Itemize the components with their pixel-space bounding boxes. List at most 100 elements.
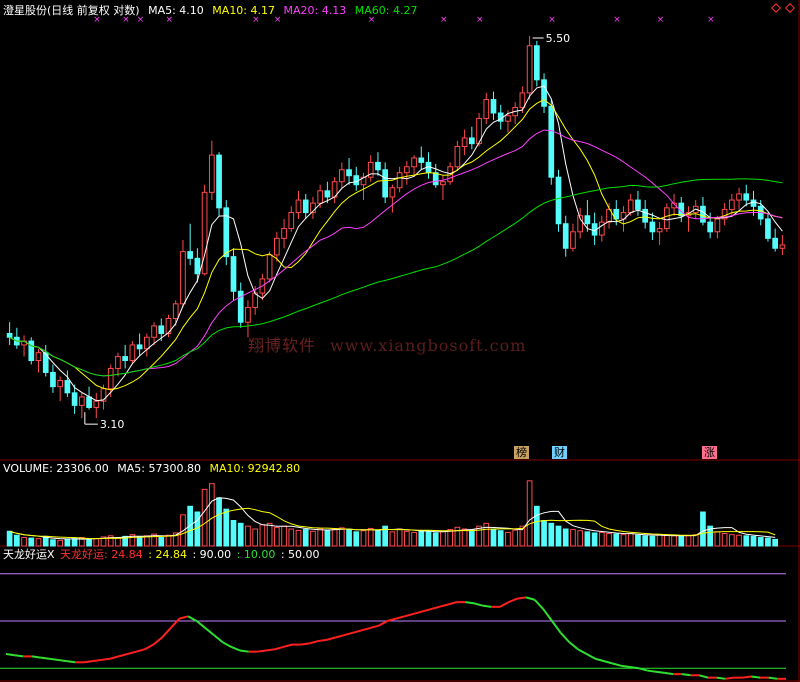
candle-body xyxy=(375,161,381,171)
volume-bar xyxy=(317,527,324,547)
candle-body xyxy=(273,237,280,256)
candle-body xyxy=(78,396,85,406)
candle-body xyxy=(346,169,352,177)
candle-body xyxy=(6,332,13,338)
indicator-segment xyxy=(40,656,50,660)
candle-body xyxy=(765,218,771,239)
candle-body xyxy=(432,172,439,186)
event-marker-x: × xyxy=(476,15,484,25)
indicator-line-label: 天龙好运: 24.84 xyxy=(60,548,143,561)
indicator-segment xyxy=(430,605,440,611)
candle-body xyxy=(403,166,410,174)
candle-body xyxy=(230,256,237,292)
indicator-segment xyxy=(768,676,778,680)
indicator-segment xyxy=(699,674,709,679)
volume-bar xyxy=(230,520,237,547)
indicator-segment xyxy=(118,653,128,658)
indicator-segment xyxy=(621,664,631,669)
candle-body xyxy=(418,157,425,163)
volume-bar xyxy=(389,531,396,547)
low-price-label: 3.10 xyxy=(100,418,125,431)
candle-body xyxy=(288,212,295,230)
volume-bar xyxy=(208,483,215,547)
candle-body xyxy=(663,207,670,230)
indicator-segment xyxy=(612,662,622,667)
candle-body xyxy=(158,325,165,334)
indicator-segment xyxy=(369,624,379,630)
candle-body xyxy=(281,228,287,239)
volume-bar xyxy=(13,534,20,547)
event-tag-cai[interactable]: 财 xyxy=(552,446,567,459)
indicator-value: : 24.84 xyxy=(148,548,187,561)
volume-bar xyxy=(490,528,497,547)
indicator-segment xyxy=(300,642,310,646)
indicator-segment xyxy=(265,648,275,652)
indicator-segment xyxy=(169,617,181,629)
volume-bar xyxy=(627,533,634,547)
indicator-segment xyxy=(144,643,154,651)
candle-body xyxy=(389,187,396,198)
volume-bar xyxy=(678,535,685,547)
indicator-segment xyxy=(742,675,752,679)
indicator-segment xyxy=(542,608,553,622)
volume-bar xyxy=(302,529,309,547)
candle-body xyxy=(71,392,78,406)
volume-bar xyxy=(281,525,287,547)
indicator-segment xyxy=(309,640,319,645)
indicator-segment xyxy=(595,657,605,663)
candle-body xyxy=(216,154,222,209)
volume-bar xyxy=(259,524,266,547)
indicator-segment xyxy=(196,620,206,629)
indicator-segment xyxy=(101,657,111,661)
event-tag-zhang-label: 涨 xyxy=(704,446,715,459)
volume-bar xyxy=(295,529,302,547)
indicator-segment xyxy=(517,596,527,600)
volume-bar xyxy=(165,534,172,547)
candle-body xyxy=(129,344,136,362)
indicator-segment xyxy=(204,627,215,636)
candle-body xyxy=(295,199,302,214)
volume-bar xyxy=(338,527,345,547)
indicator-segment xyxy=(49,657,59,661)
indicator-segment xyxy=(83,660,93,664)
indicator-name: 天龙好运X xyxy=(3,548,55,561)
volume-bar xyxy=(533,505,540,547)
candle-body xyxy=(736,193,742,201)
candle-body xyxy=(324,190,331,198)
candle-body xyxy=(208,154,215,193)
candle-body xyxy=(122,356,129,362)
volume-bar xyxy=(714,531,721,547)
watermark: 翔博软件 www.xiangbosoft.com xyxy=(248,332,526,356)
volume-bar xyxy=(28,537,35,547)
volume-bar xyxy=(418,530,425,547)
indicator-segment xyxy=(603,660,613,665)
candle-body xyxy=(490,99,497,114)
event-tag-bang[interactable]: 榜 xyxy=(514,446,529,459)
event-marker-x: × xyxy=(548,15,556,25)
candle-body xyxy=(642,208,649,223)
indicator-segment xyxy=(421,608,431,613)
event-tag-zhang[interactable]: 涨 xyxy=(702,446,717,459)
volume-bar xyxy=(396,528,403,547)
volume-bar xyxy=(237,522,244,547)
indicator-segment xyxy=(508,597,518,604)
indicator-segment xyxy=(213,634,224,644)
volume-bar xyxy=(548,522,555,547)
volume-bar xyxy=(728,534,735,547)
indicator-segment xyxy=(92,658,102,663)
volume-bar xyxy=(620,534,627,547)
candle-body xyxy=(50,371,56,388)
event-tag-cai-label: 财 xyxy=(554,446,565,459)
volume-bar xyxy=(613,533,620,547)
main-panel-header: 澄星股份(日线 前复权 对数) MA5: 4.10 MA10: 4.17 MA2… xyxy=(3,4,422,18)
indicator-segment xyxy=(439,603,449,608)
volume-bar xyxy=(440,530,446,547)
indicator-segment xyxy=(257,649,267,653)
volume-bar xyxy=(765,537,771,547)
volume-bar xyxy=(671,535,677,547)
volume-bar xyxy=(425,531,432,547)
candle-body xyxy=(649,221,656,233)
candle-body xyxy=(627,199,634,214)
indicator-segment xyxy=(716,676,726,680)
volume-bar xyxy=(685,535,692,547)
